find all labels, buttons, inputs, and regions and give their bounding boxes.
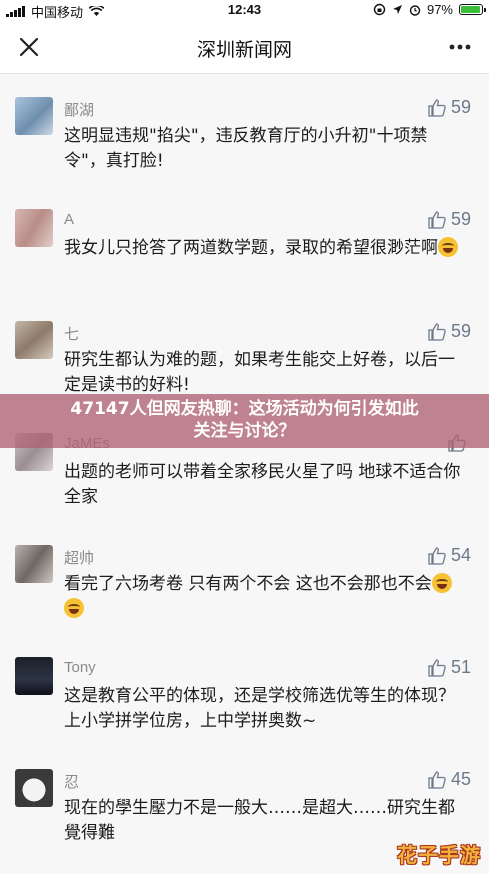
avatar[interactable]: [15, 545, 53, 583]
rotation-lock-icon: [373, 3, 386, 16]
comment-text-content: 研究生都认为难的题，如果考生能交上好卷，以后一定是读书的好料!: [64, 350, 455, 395]
avatar[interactable]: [15, 657, 53, 695]
comment-username[interactable]: 鄙湖: [64, 99, 94, 120]
like-button[interactable]: 54: [427, 545, 471, 566]
comment-text-content: 出题的老师可以带着全家移民火星了吗 地球不适合你全家: [64, 462, 461, 507]
comment-item: JaMEs 出题的老师可以带着全家移民火星了吗 地球不适合你全家: [0, 433, 489, 545]
like-count: 59: [450, 97, 471, 117]
comment-text: 这明显违规"掐尖"，违反教育厅的小升初"十项禁令"，真打脸!: [64, 124, 463, 174]
like-count: 51: [450, 657, 471, 677]
status-bar: 中国移动 12:43 97%: [0, 0, 489, 20]
headline-line-1: 47147人但网友热聊：这场活动为何引发如此: [70, 399, 419, 419]
location-icon: [392, 5, 402, 14]
comment-text: 看完了六场考卷 只有两个不会 这也不会那也不会: [64, 572, 463, 622]
comment-text: 研究生都认为难的题，如果考生能交上好卷，以后一定是读书的好料!: [64, 348, 463, 398]
comment-text: 我女儿只抢答了两道数学题，录取的希望很渺茫啊: [64, 236, 463, 261]
comment-text-content: 这是教育公平的体现，还是学校筛选优等生的体现？上小学拼学位房，上中学拼奥数~: [64, 686, 455, 731]
like-button[interactable]: 59: [427, 321, 471, 342]
like-count: 45: [450, 769, 471, 789]
avatar[interactable]: [15, 97, 53, 135]
laugh-cry-emoji-icon: [431, 573, 452, 593]
more-dots-icon[interactable]: [445, 32, 475, 62]
headline-line-2: 关注与讨论？: [193, 421, 296, 441]
alarm-icon: [409, 4, 421, 16]
like-count: 54: [450, 545, 471, 565]
thumbs-up-icon: [428, 98, 446, 117]
status-right: 97%: [373, 2, 486, 17]
laugh-cry-emoji-icon: [64, 598, 84, 618]
avatar[interactable]: [15, 769, 53, 807]
page-title: 深圳新闻网: [196, 39, 292, 61]
comment-item: 超帅 54 看完了六场考卷 只有两个不会 这也不会那也不会: [0, 545, 489, 657]
watermark-logo: 花子手游: [397, 843, 481, 867]
thumbs-up-icon: [428, 658, 446, 677]
comment-text-content: 我女儿只抢答了两道数学题，录取的希望很渺茫啊: [64, 238, 438, 258]
comment-item: Tony 51 这是教育公平的体现，还是学校筛选优等生的体现？上小学拼学位房，上…: [0, 657, 489, 769]
like-button[interactable]: 59: [427, 209, 471, 230]
comment-text: 出题的老师可以带着全家移民火星了吗 地球不适合你全家: [64, 460, 463, 510]
comment-username[interactable]: 忍: [64, 771, 79, 792]
nav-bar: 深圳新闻网: [0, 20, 489, 74]
battery-percent: 97%: [426, 2, 453, 17]
like-count: 59: [450, 209, 471, 229]
thumbs-up-icon: [428, 210, 446, 229]
comment-item: 鄙湖 59 这明显违规"掐尖"，违反教育厅的小升初"十项禁令"，真打脸!: [0, 97, 489, 209]
laugh-cry-emoji-icon: [438, 237, 458, 257]
thumbs-up-icon: [428, 770, 446, 789]
like-count: 59: [450, 321, 471, 341]
comment-text-content: 这明显违规"掐尖"，违反教育厅的小升初"十项禁令"，真打脸!: [64, 126, 428, 171]
avatar[interactable]: [15, 209, 53, 247]
comment-text-content: 现在的學生壓力不是一般大……是超大……研究生都覺得難: [64, 798, 455, 843]
battery-icon: [459, 4, 486, 15]
comment-username[interactable]: 超帅: [64, 547, 94, 568]
battery-fill: [461, 6, 481, 13]
comment-text: 这是教育公平的体现，还是学校筛选优等生的体现？上小学拼学位房，上中学拼奥数~: [64, 684, 463, 734]
comment-username[interactable]: A: [64, 211, 74, 228]
headline-banner[interactable]: 47147人但网友热聊：这场活动为何引发如此 关注与讨论？: [0, 394, 489, 448]
like-button[interactable]: 51: [427, 657, 471, 678]
thumbs-up-icon: [428, 546, 446, 565]
like-button[interactable]: 59: [427, 97, 471, 118]
comment-username[interactable]: Tony: [64, 659, 96, 676]
thumbs-up-icon: [428, 322, 446, 341]
comment-item: A 59 我女儿只抢答了两道数学题，录取的希望很渺茫啊: [0, 209, 489, 321]
comment-text-content: 看完了六场考卷 只有两个不会 这也不会那也不会: [64, 574, 432, 594]
avatar[interactable]: [15, 321, 53, 359]
comment-username[interactable]: 七: [64, 323, 79, 344]
like-button[interactable]: 45: [427, 769, 471, 790]
